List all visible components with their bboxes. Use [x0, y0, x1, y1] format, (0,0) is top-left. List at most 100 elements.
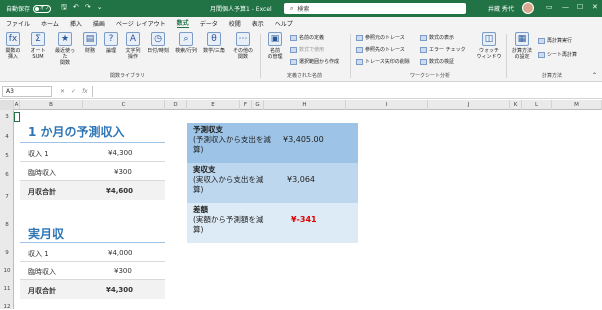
row-header[interactable]: 11	[0, 286, 14, 292]
tab-insert[interactable]: 挿入	[70, 19, 82, 28]
logical-button[interactable]: ? 論理	[103, 32, 119, 54]
projected-row-value: ¥300	[114, 168, 132, 176]
autosum-button[interactable]: Σ オート SUM	[27, 32, 49, 60]
fx-icon[interactable]: fx	[82, 88, 88, 95]
projected-row-label: 収入 1	[28, 150, 49, 158]
column-header-m[interactable]: M	[552, 100, 602, 110]
use-in-formula-button[interactable]: 数式で使用	[290, 46, 324, 53]
tab-page-layout[interactable]: ページ レイアウト	[116, 19, 166, 28]
text-functions-button[interactable]: A 文字列 操作	[123, 32, 143, 60]
collapse-ribbon-icon[interactable]: ⌃	[592, 72, 597, 79]
lookup-button[interactable]: ⌕ 検索/行列	[174, 32, 198, 54]
column-header-c[interactable]: C	[83, 100, 165, 110]
calc-sheet-button[interactable]: シート再計算	[538, 51, 577, 58]
calculator-icon	[538, 51, 545, 58]
column-header-i[interactable]: I	[346, 100, 428, 110]
column-header-k[interactable]: K	[510, 100, 522, 110]
column-header-j[interactable]: J	[428, 100, 510, 110]
actual-row-label: 臨時収入	[28, 268, 56, 276]
tab-view[interactable]: 表示	[252, 19, 264, 28]
redo-icon[interactable]: ↷	[85, 3, 91, 14]
insert-function-button[interactable]: fx 関数の 挿入	[4, 32, 22, 60]
row-header[interactable]: 10	[0, 268, 14, 274]
tab-review[interactable]: 校閲	[229, 19, 241, 28]
tab-file[interactable]: ファイル	[6, 19, 30, 28]
minimize-icon[interactable]: —	[562, 3, 569, 11]
more-functions-button[interactable]: ⋯ その他の 関数	[232, 32, 254, 60]
column-headers: A B C D E F G H I J K L M	[0, 100, 602, 110]
column-header-b[interactable]: B	[20, 100, 83, 110]
ribbon-tabs: ファイル ホーム 挿入 描画 ページ レイアウト 数式 データ 校閲 表示 ヘル…	[0, 17, 602, 29]
autosave-label: 自動保存	[6, 6, 31, 13]
undo-icon[interactable]: ↶	[73, 3, 79, 14]
actual-balance-title: 実収支	[193, 165, 216, 174]
trace-dependents-button[interactable]: 参照先のトレース	[356, 46, 405, 53]
column-header-g[interactable]: G	[252, 100, 264, 110]
column-header-e[interactable]: E	[187, 100, 240, 110]
difference-box: 差額 (実額から予測額を減算) ¥-341	[187, 203, 358, 243]
tab-draw[interactable]: 描画	[93, 19, 105, 28]
row-header[interactable]: 7	[0, 194, 14, 200]
grid-icon	[290, 58, 297, 65]
row-header[interactable]: 12	[0, 304, 14, 310]
actual-row-label: 収入 1	[28, 250, 49, 258]
error-check-button[interactable]: エラー チェック	[420, 46, 466, 53]
active-cell[interactable]	[14, 112, 20, 122]
cancel-icon[interactable]: ✕	[60, 88, 65, 95]
actual-total-value: ¥4,300	[106, 286, 134, 294]
formula-input[interactable]	[92, 86, 598, 97]
create-from-selection-button[interactable]: 選択範囲から作成	[290, 58, 339, 65]
worksheet-grid[interactable]: 1 か月の予測収入 収入 1 ¥4,300 臨時収入 ¥300 月収合計 ¥4,…	[14, 110, 602, 309]
projected-income-title: 1 か月の予測収入	[28, 125, 125, 139]
user-name[interactable]: 井蔵 秀代	[488, 4, 514, 13]
tab-help[interactable]: ヘルプ	[275, 19, 293, 28]
define-name-button[interactable]: 名前の定義	[290, 34, 324, 41]
row-header[interactable]: 4	[0, 134, 14, 140]
watch-window-button[interactable]: ◫ ウォッチ ウィンドウ	[476, 32, 502, 60]
customize-icon[interactable]: ⌄	[97, 3, 103, 14]
math-button[interactable]: θ 数学/三角	[202, 32, 226, 54]
actual-balance-desc: (実収入から支出を減算)	[193, 175, 264, 194]
column-header-h[interactable]: H	[264, 100, 346, 110]
trace-precedents-button[interactable]: 参照元のトレース	[356, 34, 405, 41]
close-icon[interactable]: ✕	[592, 3, 598, 11]
calc-options-button[interactable]: ▦ 計算方法 の設定	[510, 32, 534, 60]
tab-formulas[interactable]: 数式	[176, 18, 189, 28]
avatar[interactable]	[522, 2, 534, 14]
column-header-f[interactable]: F	[240, 100, 252, 110]
actual-row-value: ¥4,000	[108, 249, 133, 257]
tab-home[interactable]: ホーム	[41, 19, 59, 28]
evaluate-formula-button[interactable]: 数式の検証	[420, 58, 454, 65]
calculator-icon	[538, 37, 545, 44]
row-header[interactable]: 5	[0, 153, 14, 159]
datetime-button[interactable]: ◷ 日付/時刻	[146, 32, 170, 54]
projected-row-label: 臨時収入	[28, 169, 56, 177]
tag-icon: ▣	[268, 32, 282, 46]
autosave-toggle[interactable]: オフ	[33, 4, 52, 13]
financial-button[interactable]: ▤ 財務	[82, 32, 98, 54]
ribbon-display-icon[interactable]: ▭	[546, 3, 553, 11]
name-manager-button[interactable]: ▣ 名前 の管理	[265, 32, 285, 60]
column-header-l[interactable]: L	[522, 100, 552, 110]
search-box[interactable]: ⌕ 検索	[284, 3, 466, 14]
show-formulas-button[interactable]: 数式の表示	[420, 34, 454, 41]
math-icon: θ	[207, 32, 221, 46]
save-icon[interactable]: 🖫	[61, 3, 67, 14]
group-formula-auditing: ワークシート分析	[410, 73, 451, 79]
column-header-d[interactable]: D	[165, 100, 187, 110]
projected-balance-title: 予測収支	[193, 125, 223, 134]
maximize-icon[interactable]: ☐	[577, 3, 583, 11]
remove-arrows-button[interactable]: トレース矢印の削除	[356, 58, 410, 65]
name-box[interactable]: A3	[2, 85, 52, 97]
select-all-corner[interactable]	[0, 100, 14, 110]
calc-now-button[interactable]: 再計算実行	[538, 37, 572, 44]
row-header[interactable]: 9	[0, 250, 14, 256]
row-header[interactable]: 8	[0, 222, 14, 228]
enter-icon[interactable]: ✓	[71, 88, 76, 95]
tab-data[interactable]: データ	[200, 19, 218, 28]
row-header[interactable]: 3	[0, 114, 14, 120]
recent-functions-button[interactable]: ★ 最近使った 関数	[53, 32, 77, 66]
group-defined-names: 定義された名前	[287, 73, 323, 79]
formula-bar: A3 ✕ ✓ fx	[0, 84, 602, 99]
row-header[interactable]: 6	[0, 172, 14, 178]
